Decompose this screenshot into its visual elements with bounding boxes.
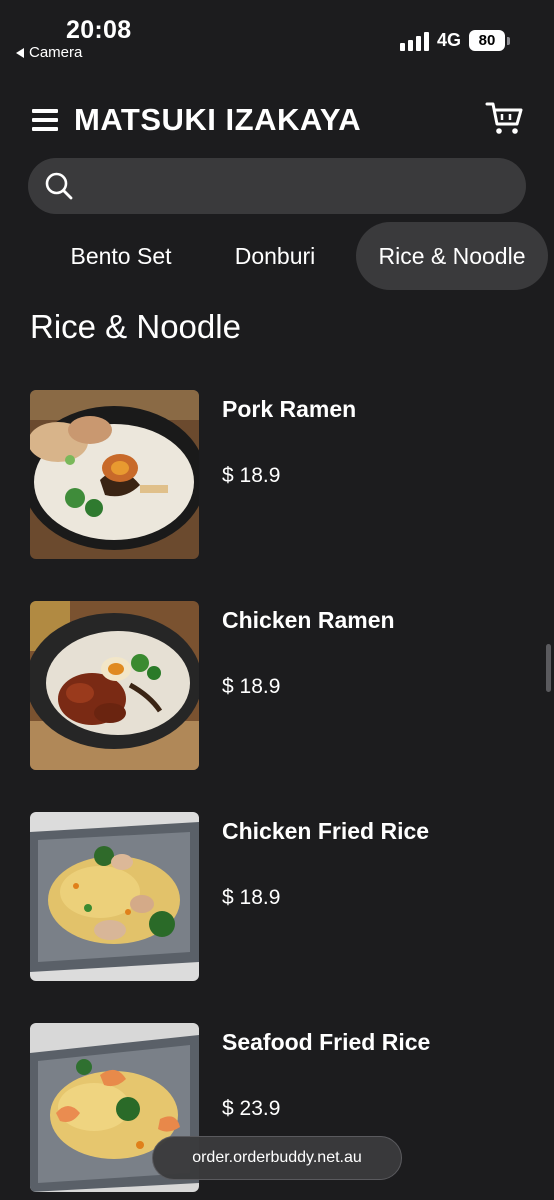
tab-bento-set[interactable]: Bento Set [46, 222, 196, 290]
browser-url-bar[interactable]: order.orderbuddy.net.au [152, 1136, 402, 1180]
back-arrow-icon [16, 47, 24, 58]
search-input[interactable] [88, 158, 508, 214]
chicken-fried-rice-photo [30, 812, 199, 981]
pork-ramen-photo [30, 390, 199, 559]
search-bar[interactable] [28, 158, 526, 214]
item-price: $ 18.9 [222, 675, 281, 698]
menu-item[interactable]: Pork Ramen $ 18.9 [30, 390, 530, 560]
network-type: 4G [436, 30, 461, 50]
item-price: $ 18.9 [222, 464, 281, 487]
item-name: Seafood Fried Rice [222, 1029, 431, 1055]
tab-donburi[interactable]: Donburi [208, 222, 342, 290]
back-to-app-link[interactable]: Camera [16, 44, 82, 61]
cellular-signal-icon [399, 31, 429, 51]
chicken-ramen-photo [30, 601, 199, 770]
menu-item[interactable]: Chicken Fried Rice $ 18.9 [30, 812, 530, 982]
scrollbar[interactable] [546, 644, 551, 692]
item-price: $ 18.9 [222, 886, 281, 909]
back-app-label: Camera [29, 44, 83, 61]
item-price: $ 23.9 [222, 1097, 281, 1120]
status-time: 20:08 [66, 16, 132, 44]
app-header: MATSUKI IZAKAYA [0, 92, 554, 148]
status-bar: 20:08 Camera 4G 80 [0, 0, 554, 70]
battery-level: 80 [469, 30, 505, 51]
category-tabs: Bento Set Donburi Rice & Noodle [0, 222, 554, 290]
shopping-cart-icon[interactable] [484, 100, 524, 136]
menu-item[interactable]: Chicken Ramen $ 18.9 [30, 601, 530, 771]
hamburger-menu-icon[interactable] [32, 109, 58, 131]
status-indicators: 4G 80 [399, 30, 510, 51]
tab-rice-noodle[interactable]: Rice & Noodle [356, 222, 548, 290]
section-title: Rice & Noodle [30, 308, 241, 345]
search-icon [45, 172, 73, 200]
item-name: Chicken Ramen [222, 607, 395, 633]
item-name: Pork Ramen [222, 396, 357, 422]
restaurant-title: MATSUKI IZAKAYA [74, 102, 362, 137]
battery-icon: 80 [469, 30, 510, 51]
item-name: Chicken Fried Rice [222, 818, 430, 844]
